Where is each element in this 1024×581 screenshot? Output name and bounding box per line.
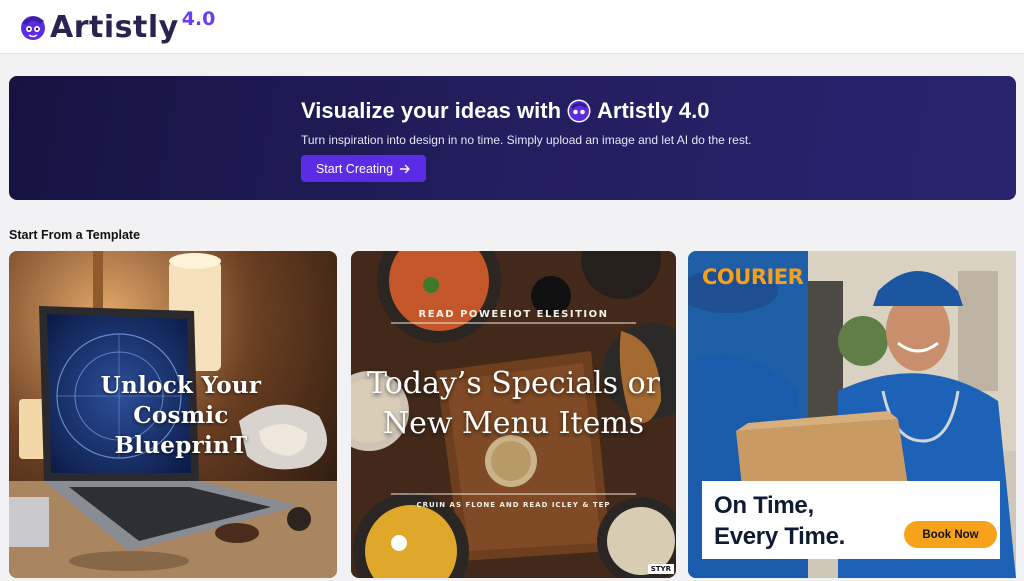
specials-title-line: Today’s Specials or: [367, 366, 660, 401]
app-name: Artistly: [50, 10, 179, 45]
hero-banner: Visualize your ideas with Artistly 4.0 T…: [9, 76, 1016, 200]
template-card-specials[interactable]: READ POWEEIOT ELESITION Today’s Specials…: [351, 251, 676, 578]
courier-headline-line: On Time,: [714, 492, 814, 519]
start-creating-label: Start Creating: [315, 161, 394, 176]
app-version: 4.0: [181, 8, 216, 30]
cosmic-title-line: Cosmic: [133, 402, 229, 429]
courier-info-panel: On Time, Every Time. Book Now: [702, 481, 1000, 559]
template-card-courier[interactable]: COURIER On Time, Every Time. Book Now: [688, 251, 1016, 578]
hero-title: Visualize your ideas with Artistly 4.0: [301, 98, 710, 124]
hero-subtitle: Turn inspiration into design in no time.…: [301, 133, 752, 147]
templates-section-title: Start From a Template: [9, 228, 141, 242]
book-now-button[interactable]: Book Now: [904, 521, 997, 548]
hero-title-brand: Artistly 4.0: [597, 98, 710, 123]
courier-headline-line: Every Time.: [714, 523, 846, 550]
template-card-cosmic[interactable]: Unlock Your Cosmic BlueprinT: [9, 251, 337, 578]
top-bar: Artistly 4.0: [0, 0, 1024, 54]
courier-headline: On Time, Every Time.: [714, 490, 845, 552]
mascot-icon: [567, 99, 591, 123]
specials-top-text: READ POWEEIOT ELESITION: [418, 309, 609, 320]
courier-brand: COURIER: [702, 265, 804, 289]
specials-title-line: New Menu Items: [382, 406, 645, 441]
arrow-right-icon: [399, 164, 410, 173]
specials-bottom-text: CRUIN AS FLONE AND READ ICLEY & TEP: [416, 501, 611, 509]
specials-card-title: Today’s Specials or New Menu Items: [351, 364, 676, 444]
app-logo[interactable]: Artistly 4.0: [18, 8, 215, 48]
cosmic-title-line: BlueprinT: [114, 432, 248, 459]
cosmic-title-line: Unlock Your: [100, 372, 262, 399]
start-creating-button[interactable]: Start Creating: [301, 155, 426, 182]
cosmic-card-title: Unlock Your Cosmic BlueprinT: [61, 371, 301, 461]
specials-badge: STYR: [647, 564, 674, 574]
hero-title-prefix: Visualize your ideas with: [301, 98, 562, 123]
mascot-logo-icon: [21, 16, 45, 40]
